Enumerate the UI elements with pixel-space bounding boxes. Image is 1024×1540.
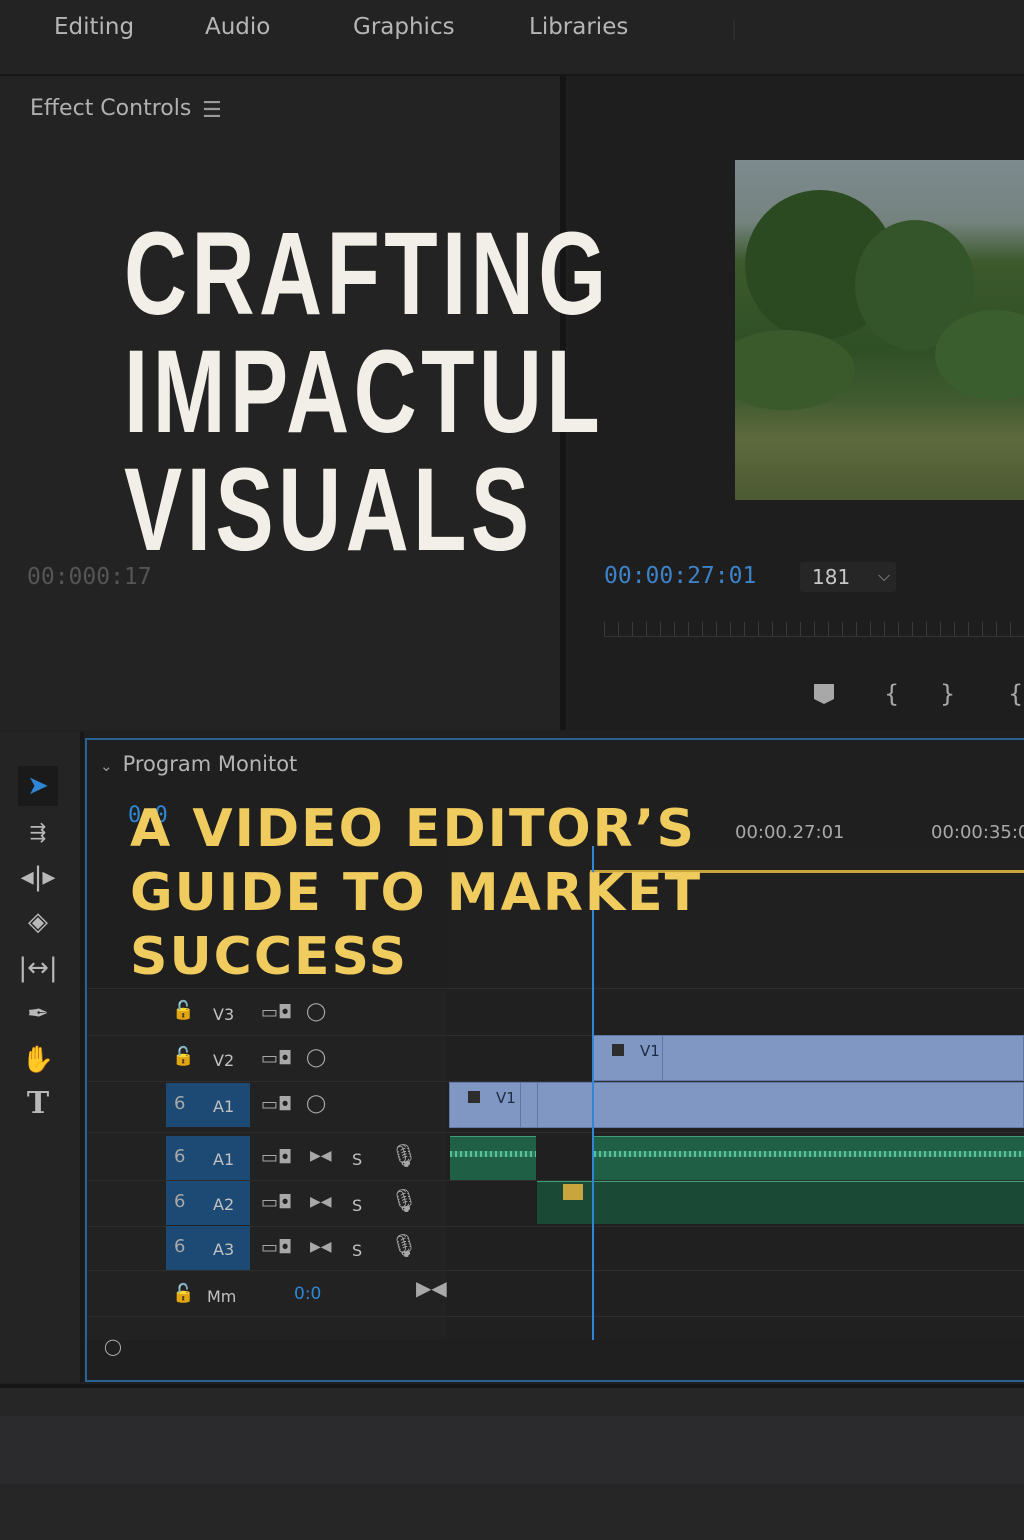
track-name: A2 xyxy=(213,1195,235,1214)
master-value[interactable]: 0:0 xyxy=(294,1284,321,1304)
tab-graphics[interactable]: Graphics xyxy=(353,14,455,40)
track-divider xyxy=(87,1270,1024,1271)
monitor-ruler[interactable] xyxy=(604,622,1024,637)
clip-fx-icon xyxy=(468,1091,480,1103)
microphone-icon[interactable]: 🎙 xyxy=(390,1144,418,1169)
solo-button[interactable]: S xyxy=(352,1241,362,1260)
keyframe-marker[interactable] xyxy=(563,1184,583,1200)
lock-icon[interactable]: 🔓 xyxy=(172,1000,194,1021)
track-name: A1 xyxy=(213,1150,235,1169)
pen-tool-icon[interactable]: ✒ xyxy=(18,994,58,1034)
subhead-line: A VIDEO EDITOR’S xyxy=(130,799,696,859)
razor-tool-icon[interactable]: ◈ xyxy=(18,902,58,942)
video-clip-a1[interactable]: V1 xyxy=(449,1082,1024,1128)
tab-audio[interactable]: Audio xyxy=(205,14,270,40)
camera-icon[interactable]: ▭◘ xyxy=(261,1094,292,1115)
clip-label: V1 xyxy=(496,1089,516,1107)
headline-line: IMPACTUL xyxy=(124,326,605,458)
eye-icon[interactable]: ◯ xyxy=(306,1093,326,1114)
lock-icon[interactable]: 🔓 xyxy=(172,1046,194,1067)
track-name: V3 xyxy=(213,1005,235,1024)
slip-tool-icon[interactable]: |↔| xyxy=(18,948,58,988)
tab-libraries[interactable]: Libraries xyxy=(529,14,628,40)
chevron-down-icon: ⌵ xyxy=(878,566,891,585)
zoom-value: 181 xyxy=(812,565,851,589)
subhead-line: GUIDE TO MARKET xyxy=(130,863,703,923)
hamburger-menu-icon[interactable]: ☰ xyxy=(202,98,222,123)
camera-icon[interactable]: ▭◘ xyxy=(261,1048,292,1069)
microphone-icon[interactable]: 🎙 xyxy=(390,1189,418,1214)
ruler-label: 00:00.27:01 xyxy=(735,822,845,843)
mute-icon[interactable]: ▶◀ xyxy=(310,1239,332,1255)
camera-icon[interactable]: ▭◘ xyxy=(261,1002,292,1023)
track-divider xyxy=(87,1316,1024,1317)
track-name: A3 xyxy=(213,1240,235,1259)
video-clip-v2[interactable]: V1 xyxy=(593,1035,1024,1081)
headline: CRAFTING IMPACTUL VISUALS xyxy=(124,215,642,569)
ripple-edit-icon[interactable]: ◂|▸ xyxy=(18,857,58,897)
type-tool-icon[interactable]: T xyxy=(18,1084,58,1124)
solo-button[interactable]: S xyxy=(352,1196,362,1215)
effect-controls-title[interactable]: Effect Controls xyxy=(30,96,191,121)
clip-label: V1 xyxy=(640,1042,660,1060)
subheadline: A VIDEO EDITOR’S GUIDE TO MARKET SUCCESS xyxy=(130,797,702,989)
master-label: Mm xyxy=(207,1287,237,1306)
mark-in-icon[interactable]: { xyxy=(884,680,899,708)
camera-icon[interactable]: ▭◘ xyxy=(261,1147,292,1168)
timeline-scrollbar[interactable] xyxy=(100,1337,1024,1355)
go-to-in-icon[interactable]: { xyxy=(1008,680,1023,708)
eye-icon[interactable]: ◯ xyxy=(306,1047,326,1068)
ruler-label: 00:00:35:0 xyxy=(931,822,1024,843)
headline-line: VISUALS xyxy=(124,444,534,576)
timeline-title[interactable]: ⌄ Program Monitot xyxy=(100,752,297,776)
zoom-select[interactable]: 181 ⌵ xyxy=(800,562,896,592)
clip-fx-icon xyxy=(612,1044,624,1056)
solo-button[interactable]: S xyxy=(352,1150,362,1169)
track-name: V2 xyxy=(213,1051,235,1070)
audio-clip[interactable] xyxy=(594,1136,1024,1180)
camera-icon[interactable]: ▭◘ xyxy=(261,1192,292,1213)
lock-icon[interactable]: 6 xyxy=(174,1093,185,1114)
bottom-panel xyxy=(0,1384,1024,1540)
track-name: A1 xyxy=(213,1097,235,1116)
bowtie-icon[interactable]: ▶◀ xyxy=(416,1276,447,1300)
lock-icon[interactable]: 6 xyxy=(174,1146,185,1167)
workspace-bar: Editing Audio Graphics Libraries xyxy=(0,0,1024,76)
mute-icon[interactable]: ▶◀ xyxy=(310,1148,332,1164)
track-select-icon[interactable]: ⇶ xyxy=(18,812,58,852)
audio-clip[interactable] xyxy=(537,1181,1024,1224)
tools-panel: ➤ ⇶ ◂|▸ ◈ |↔| ✒ ✋ T xyxy=(0,732,84,1382)
microphone-icon[interactable]: 🎙 xyxy=(390,1234,418,1259)
eye-icon[interactable]: ◯ xyxy=(306,1001,326,1022)
mute-icon[interactable]: ▶◀ xyxy=(310,1194,332,1210)
tree-shape xyxy=(735,330,855,410)
video-preview xyxy=(735,160,1024,500)
audio-clip[interactable] xyxy=(450,1136,536,1180)
tab-editing[interactable]: Editing xyxy=(54,14,134,40)
track-divider xyxy=(87,1132,1024,1133)
headline-line: CRAFTING xyxy=(124,208,611,340)
subhead-line: SUCCESS xyxy=(130,927,409,987)
lock-icon[interactable]: 6 xyxy=(174,1236,185,1257)
mark-out-icon[interactable]: } xyxy=(940,680,955,708)
lock-icon[interactable]: 6 xyxy=(174,1191,185,1212)
camera-icon[interactable]: ▭◘ xyxy=(261,1237,292,1258)
lock-icon[interactable]: 🔓 xyxy=(172,1283,194,1304)
panel-grip-icon[interactable] xyxy=(733,20,759,40)
selection-tool-icon[interactable]: ➤ xyxy=(18,766,58,806)
hand-tool-icon[interactable]: ✋ xyxy=(18,1040,58,1080)
